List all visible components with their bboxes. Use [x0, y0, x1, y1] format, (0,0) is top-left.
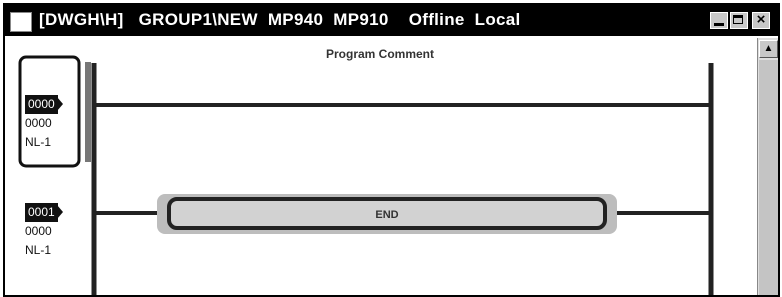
rung-selection-hatch	[85, 62, 91, 162]
vertical-scrollbar[interactable]: ▲	[757, 38, 778, 295]
rung-arrow-icon	[56, 97, 63, 111]
rung-network: NL-1	[25, 135, 52, 149]
scroll-thumb[interactable]	[759, 60, 778, 295]
rung-step: 0000	[25, 224, 52, 238]
rung-step: 0000	[25, 116, 52, 130]
scroll-up-button[interactable]: ▲	[759, 40, 778, 58]
end-instruction-label: END	[375, 209, 398, 221]
rung-number: 0001	[25, 203, 58, 222]
scroll-up-arrow-icon: ▲	[763, 43, 774, 54]
rung-number: 0000	[25, 95, 58, 114]
rung-arrow-icon	[56, 205, 63, 219]
rung-network: NL-1	[25, 243, 52, 257]
close-icon: ×	[756, 11, 766, 28]
ladder-editor-window: [DWGH\H] GROUP1\NEW MP940 MP910 Offline …	[3, 3, 780, 297]
ladder-diagram: END	[18, 55, 714, 295]
rung-0-label[interactable]: 0000 0000 NL-1	[25, 95, 63, 152]
rung-1-label[interactable]: 0001 0000 NL-1	[25, 203, 63, 260]
